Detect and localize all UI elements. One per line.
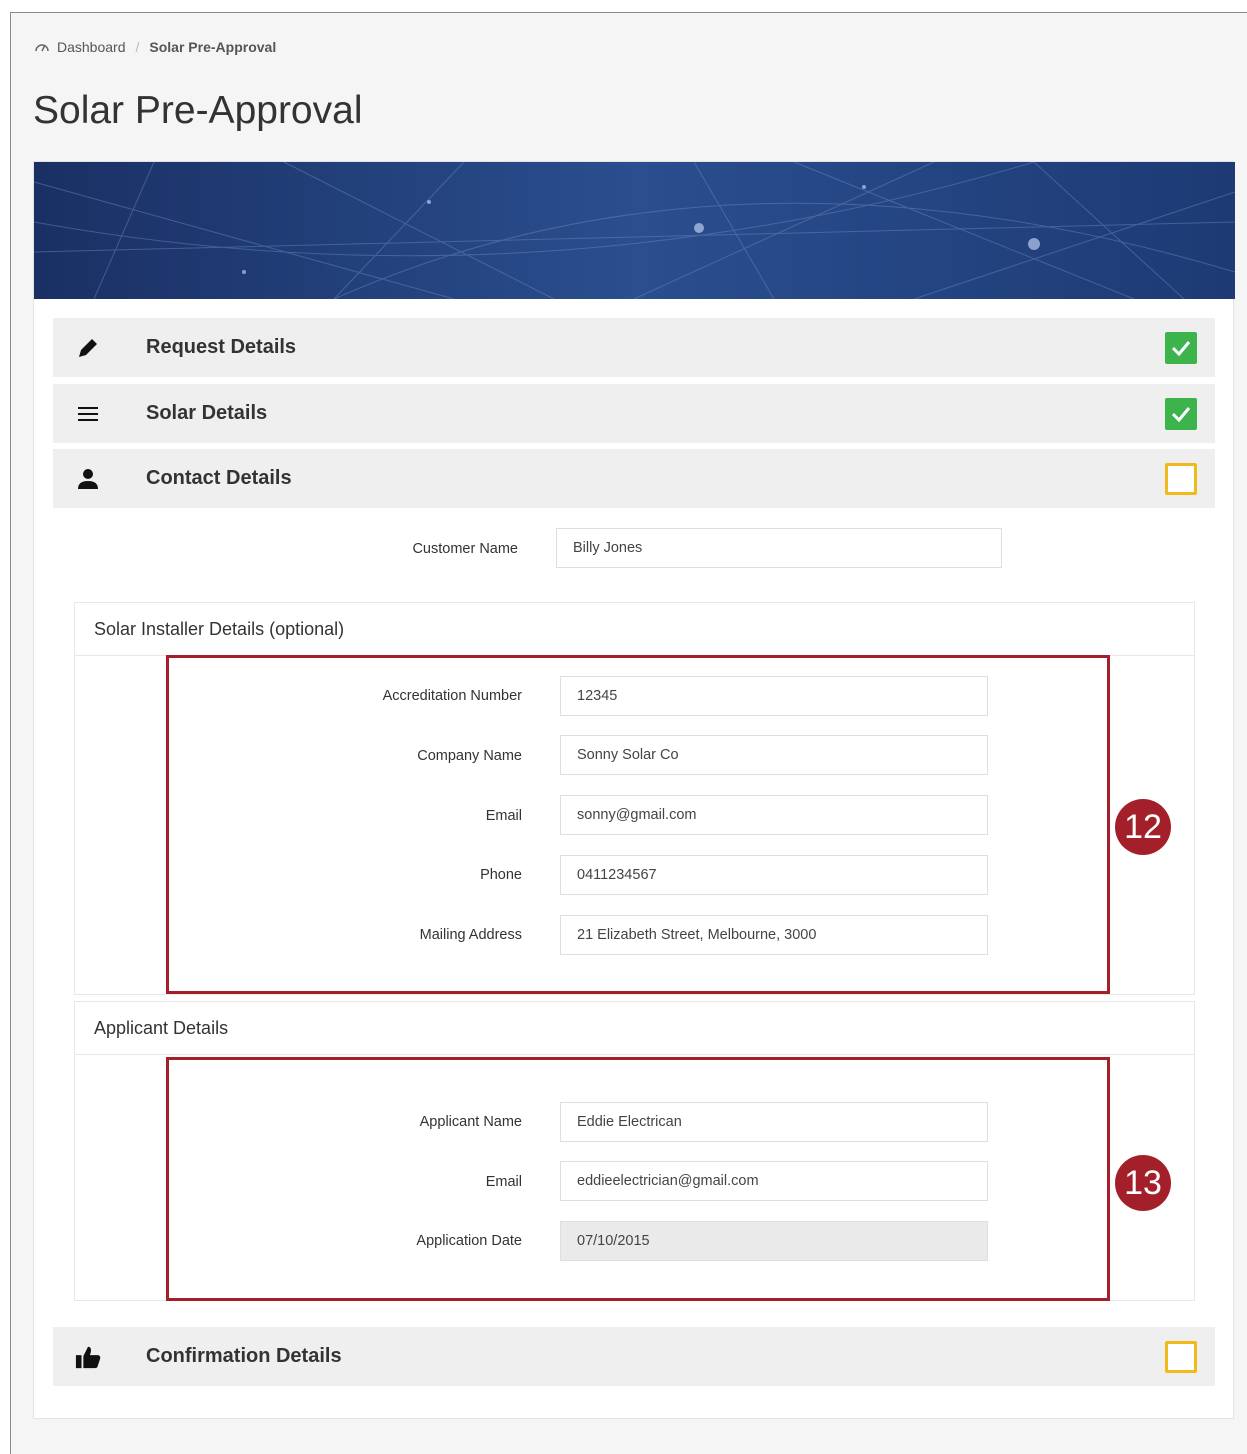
header-banner bbox=[34, 162, 1235, 299]
section-label: Solar Details bbox=[146, 402, 268, 424]
thumbs-up-icon bbox=[75, 1344, 101, 1370]
mailing-address-label: Mailing Address bbox=[419, 927, 522, 943]
installer-email-input[interactable] bbox=[560, 795, 988, 835]
installer-email-label: Email bbox=[485, 808, 522, 824]
complete-check-icon bbox=[1165, 331, 1197, 364]
section-contact-details[interactable]: Contact Details bbox=[53, 449, 1215, 508]
complete-check-icon bbox=[1165, 397, 1197, 430]
company-name-label: Company Name bbox=[417, 748, 522, 764]
list-icon bbox=[75, 401, 101, 427]
customer-name-input[interactable] bbox=[556, 528, 1002, 568]
applicant-name-label: Applicant Name bbox=[419, 1114, 522, 1130]
accreditation-number-input[interactable] bbox=[560, 676, 988, 716]
section-solar-details[interactable]: Solar Details bbox=[53, 384, 1215, 443]
applicant-panel-heading: Applicant Details bbox=[75, 1002, 1194, 1055]
callout-badge-12: 12 bbox=[1115, 799, 1171, 855]
application-date-label: Application Date bbox=[416, 1233, 522, 1249]
section-label: Request Details bbox=[146, 336, 297, 358]
breadcrumb-separator: / bbox=[135, 39, 140, 55]
incomplete-box-icon bbox=[1165, 1340, 1197, 1373]
section-request-details[interactable]: Request Details bbox=[53, 318, 1215, 377]
page-frame: Dashboard / Solar Pre-Approval Solar Pre… bbox=[10, 12, 1247, 1454]
breadcrumb-current: Solar Pre-Approval bbox=[149, 39, 277, 55]
section-label: Confirmation Details bbox=[146, 1345, 342, 1367]
incomplete-box-icon bbox=[1165, 462, 1197, 495]
customer-name-label: Customer Name bbox=[412, 541, 518, 557]
breadcrumb-dashboard-link[interactable]: Dashboard bbox=[57, 39, 126, 55]
breadcrumb: Dashboard / Solar Pre-Approval bbox=[35, 39, 276, 55]
pencil-icon bbox=[75, 335, 101, 361]
accreditation-number-label: Accreditation Number bbox=[382, 688, 522, 704]
installer-panel-heading: Solar Installer Details (optional) bbox=[75, 603, 1194, 656]
company-name-input[interactable] bbox=[560, 735, 988, 775]
applicant-email-input[interactable] bbox=[560, 1161, 988, 1201]
installer-phone-input[interactable] bbox=[560, 855, 988, 895]
callout-badge-13: 13 bbox=[1115, 1155, 1171, 1211]
applicant-name-input[interactable] bbox=[560, 1102, 988, 1142]
wizard-card: Request Details Solar Details Contact De… bbox=[33, 161, 1235, 1419]
application-date-input bbox=[560, 1221, 988, 1261]
applicant-email-label: Email bbox=[485, 1174, 522, 1190]
banner-network-graphic bbox=[34, 162, 1235, 299]
user-icon bbox=[75, 466, 101, 492]
dashboard-gauge-icon bbox=[35, 44, 49, 52]
installer-phone-label: Phone bbox=[480, 867, 522, 883]
section-confirmation-details[interactable]: Confirmation Details bbox=[53, 1327, 1215, 1386]
section-label: Contact Details bbox=[146, 467, 292, 489]
mailing-address-input[interactable] bbox=[560, 915, 988, 955]
page-title: Solar Pre-Approval bbox=[33, 89, 363, 132]
